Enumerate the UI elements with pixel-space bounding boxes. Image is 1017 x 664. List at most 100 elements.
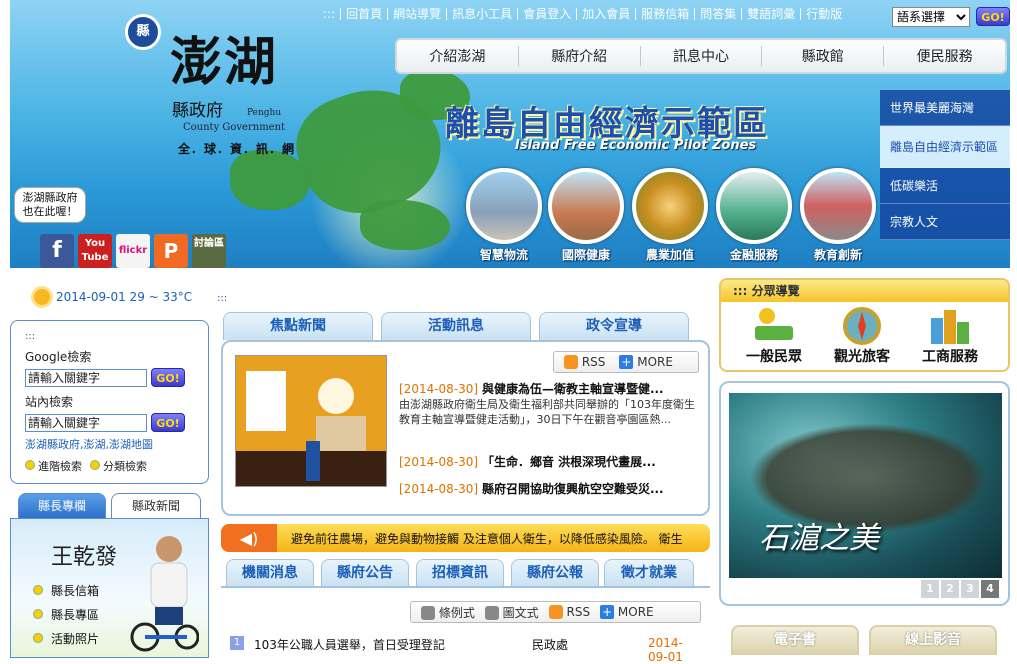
mayor-zone-link[interactable]: 縣長專區	[33, 606, 99, 623]
carousel-page-2[interactable]: 2	[941, 580, 959, 598]
search-dots[interactable]: :::	[25, 331, 194, 342]
list-item-number: 1	[230, 636, 244, 650]
service-citizens[interactable]: 一般民眾	[729, 346, 819, 366]
audience-guide: ::: 分眾導覽 一般民眾 觀光旅客 工商服務	[719, 278, 1010, 372]
nav-county-hall[interactable]: 縣政館	[761, 46, 883, 66]
marquee-text[interactable]: 避免前往農場，避免與動物接觸 及注意個人衛生，以降低感染風險。 衛生	[291, 530, 683, 547]
tab-focus-news[interactable]: 焦點新聞	[223, 312, 373, 340]
news-item[interactable]: [2014-08-30] 縣府召開協助復興航空空難受災...	[399, 482, 699, 497]
carousel-page-3[interactable]: 3	[961, 580, 979, 598]
service-tourists[interactable]: 觀光旅客	[817, 346, 907, 366]
forum-icon[interactable]: 討論區	[192, 234, 226, 268]
news-rss-label: RSS	[581, 354, 606, 369]
list-style-toggle[interactable]: 條例式	[421, 604, 475, 621]
flickr-icon[interactable]: flickr	[116, 234, 150, 268]
top-link-mobile[interactable]: 行動版	[800, 8, 847, 20]
news-image[interactable]	[235, 355, 387, 487]
tab-jobs[interactable]: 徵才就業	[604, 559, 694, 587]
site-search-go-button[interactable]: GO!	[151, 413, 185, 432]
list-item-title[interactable]: 103年公職人員選舉，首日受理登記	[254, 636, 532, 653]
top-link-login[interactable]: 會員登入	[517, 8, 576, 20]
google-search-go-button[interactable]: GO!	[151, 368, 185, 387]
site-title-en: Penghu	[247, 108, 282, 118]
top-link-dots[interactable]: :::	[318, 8, 340, 20]
language-go-button[interactable]: GO!	[976, 7, 1010, 26]
nav-info-center[interactable]: 訊息中心	[639, 46, 762, 66]
top-link-widgets[interactable]: 訊息小工具	[446, 8, 517, 20]
news-item[interactable]: [2014-08-30] 與健康為伍—衛教主軸宣導暨健... 由澎湖縣政府衛生局…	[399, 382, 699, 427]
mayor-mailbox-link[interactable]: 縣長信箱	[33, 582, 99, 599]
list-view-toolbar: 條例式 圖文式 RSS + MORE	[410, 601, 701, 623]
google-search-input[interactable]	[25, 368, 147, 387]
site-search-label: 站內檢索	[25, 395, 74, 409]
rss-icon	[564, 355, 578, 370]
carousel-photo[interactable]: 石滬之美	[729, 393, 1002, 578]
site-search-input[interactable]	[25, 413, 147, 432]
county-logo-icon[interactable]: 縣	[125, 14, 161, 50]
site-slogan: 全．球．資．訊．網	[178, 142, 296, 156]
news-title[interactable]: 縣府召開協助復興航空空難受災...	[482, 482, 664, 496]
circle-logistics[interactable]	[466, 168, 542, 244]
circle-education[interactable]	[800, 168, 876, 244]
menu-religion[interactable]: 宗教人文	[880, 204, 1010, 240]
carousel-page-4[interactable]: 4	[981, 580, 999, 598]
top-link-mailbox[interactable]: 服務信箱	[635, 8, 694, 20]
tab-mayor-column[interactable]: 縣長專欄	[18, 493, 106, 519]
carousel-page-1[interactable]: 1	[921, 580, 939, 598]
top-link-sitemap[interactable]: 網站導覽	[387, 8, 446, 20]
menu-free-economic[interactable]: 離島自由經濟示範區	[880, 126, 1010, 168]
news-rss-link[interactable]: RSS	[564, 355, 605, 370]
circle-agriculture[interactable]	[632, 168, 708, 244]
grid-style-toggle[interactable]: 圖文式	[484, 604, 539, 621]
news-date: [2014-08-30]	[399, 482, 479, 496]
news-more-link[interactable]: + MORE	[619, 355, 673, 370]
site-title[interactable]: 澎湖	[170, 20, 278, 95]
advanced-search-link[interactable]: 進階檢索	[25, 458, 82, 474]
nav-county-intro[interactable]: 縣府介紹	[517, 46, 640, 66]
news-title[interactable]: 「生命．鄉音 洪根深現代畫展...	[482, 455, 656, 469]
nav-services[interactable]: 便民服務	[883, 46, 1005, 66]
menu-bay[interactable]: 世界最美麗海灣	[880, 90, 1010, 126]
tab-agency-news[interactable]: 機關消息	[226, 559, 314, 587]
youtube-icon[interactable]: You Tube	[78, 234, 112, 268]
mayor-photos-link[interactable]: 活動照片	[33, 630, 99, 647]
mayor-signature: 王乾發	[51, 545, 118, 570]
news-title[interactable]: 與健康為伍—衛教主軸宣導暨健...	[482, 382, 664, 396]
tab-online-video[interactable]: 線上影音	[869, 625, 997, 655]
language-select[interactable]: 語系選擇	[892, 7, 970, 27]
top-link-home[interactable]: 回首頁	[340, 8, 387, 20]
tab-policy-news[interactable]: 政令宣導	[539, 312, 689, 340]
facebook-icon[interactable]: f	[40, 234, 74, 268]
top-link-glossary[interactable]: 雙語詞彙	[741, 8, 800, 20]
circle-health[interactable]	[548, 168, 624, 244]
rss-icon	[548, 605, 563, 620]
agency-more-link[interactable]: + MORE	[600, 605, 654, 620]
tab-tender-info[interactable]: 招標資訊	[416, 559, 504, 587]
category-search-link[interactable]: 分類檢索	[90, 458, 147, 474]
compass-icon	[843, 307, 881, 345]
news-rss-more: RSS + MORE	[553, 351, 699, 373]
mayor-photo	[130, 536, 199, 652]
plus-icon: +	[619, 355, 634, 370]
tab-county-news[interactable]: 縣政新聞	[111, 493, 201, 519]
menu-low-carbon[interactable]: 低碳樂活	[880, 168, 1010, 204]
plurk-icon[interactable]: P	[154, 234, 188, 268]
list-item[interactable]: 1 103年公職人員選舉，首日受理登記 民政處 2014-09-01	[230, 636, 700, 664]
nav-intro-penghu[interactable]: 介紹澎湖	[397, 46, 518, 66]
search-keyword-links[interactable]: 澎湖縣政府,澎湖,澎湖地圖	[25, 436, 194, 452]
top-link-faq[interactable]: 問答集	[694, 8, 741, 20]
news-item[interactable]: [2014-08-30] 「生命．鄉音 洪根深現代畫展...	[399, 455, 699, 470]
announcement-marquee: ◀) 避免前往農場，避免與動物接觸 及注意個人衛生，以降低感染風險。 衛生	[221, 524, 710, 552]
circle-finance[interactable]	[716, 168, 792, 244]
tab-county-announcements[interactable]: 縣府公告	[321, 559, 409, 587]
tab-activity-news[interactable]: 活動訊息	[381, 312, 531, 340]
service-business[interactable]: 工商服務	[905, 346, 995, 366]
tab-ebook[interactable]: 電子書	[731, 625, 859, 655]
speaker-icon: ◀)	[221, 524, 277, 552]
buildings-icon	[931, 310, 969, 344]
accesskey-dots[interactable]: :::	[217, 293, 227, 304]
agency-rss-link[interactable]: RSS	[548, 605, 590, 620]
circle-label-education: 教育創新	[813, 248, 862, 262]
top-link-join[interactable]: 加入會員	[576, 8, 635, 20]
tab-county-gazette[interactable]: 縣府公報	[511, 559, 599, 587]
